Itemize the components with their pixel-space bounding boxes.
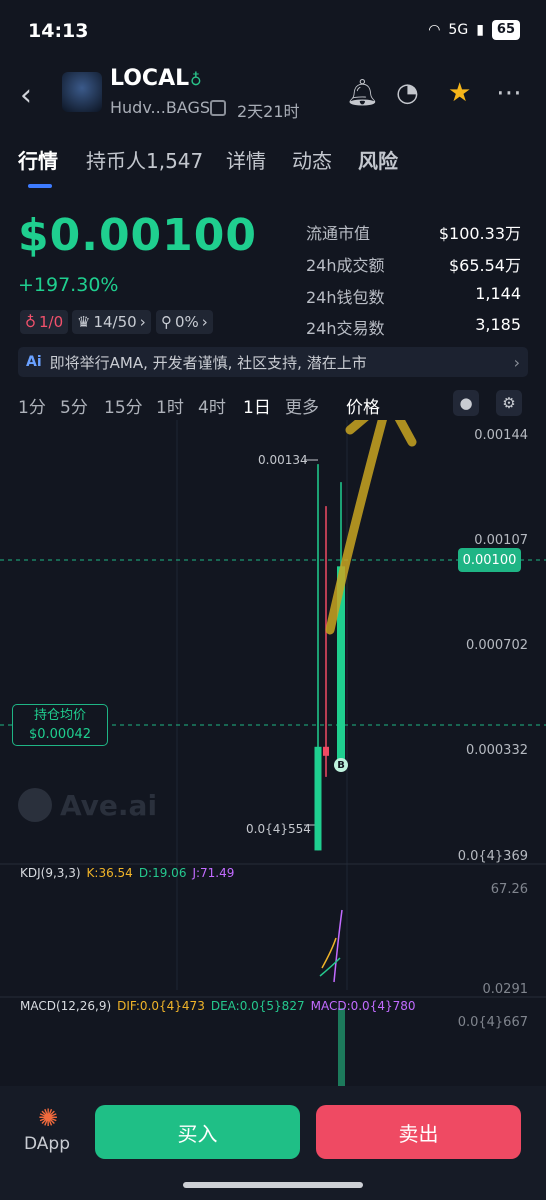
token-logo [62,72,102,112]
chevron-right-icon: › [201,313,208,331]
token-address: Hudv...BAGS [110,98,211,117]
stat-label-mcap: 流通市值 [306,224,371,243]
network-label: 5G [448,22,469,38]
token-age: 2天21时 [237,102,300,121]
current-price: $0.00100 [18,210,258,261]
tab-market[interactable]: 行情 [18,145,58,174]
wifi-icon: ◠ [428,22,441,38]
dapp-icon[interactable]: ✺ [38,1104,58,1132]
kdj-k: K:36.54 [86,866,133,880]
copy-icon[interactable] [210,100,226,116]
bell-icon[interactable]: 🔔︎ [346,78,379,108]
stat-value-mcap: $100.33万 [438,224,521,243]
macd-title: MACD(12,26,9) [20,999,112,1013]
chip-dev-value: 1/0 [39,313,64,331]
timeframe-1h[interactable]: 1时 [156,393,184,418]
candle-body [314,746,322,851]
price-toggle[interactable]: 价格 [346,393,380,418]
arrow-annotation [325,420,387,635]
timeframe-1m[interactable]: 1分 [18,393,46,418]
tab-risk[interactable]: 风险 [358,145,398,174]
token-name: LOCAL [110,66,190,91]
kdj-axis-bottom: 0.0291 [482,982,529,997]
watermark-text: Ave.ai [60,788,158,822]
watermark: Ave.ai [18,788,157,822]
current-price-tag: 0.00100 [458,548,521,572]
kdj-legend: KDJ(9,3,3) K:36.54 D:19.06 J:71.49 [20,866,234,880]
kdj-title: KDJ(9,3,3) [20,866,81,880]
timeframe-15m[interactable]: 15分 [104,393,143,418]
more-icon[interactable]: ⋯ [496,78,522,108]
kdj-d: D:19.06 [138,866,187,880]
timeframe-5m[interactable]: 5分 [60,393,88,418]
candles [314,464,345,851]
high-price-label: 0.00134 [258,453,308,467]
timeframe-more[interactable]: 更多 [285,393,319,418]
gauge-icon[interactable]: ◔ [396,78,419,108]
home-indicator [183,1182,363,1188]
stat-value-wallets: 1,144 [475,284,521,303]
chevron-right-icon: › [513,352,520,372]
axis-label: 0.000702 [465,638,528,653]
axis-label: 0.00144 [474,428,528,443]
sell-button[interactable]: 卖出 [316,1105,521,1159]
macd-value: MACD:0.0{4}780 [310,999,416,1013]
settings-icon[interactable]: ⚙ [496,390,522,416]
money-bag-icon: ♁ [25,313,36,331]
chip-sniper[interactable]: ⚲ 0% › [156,310,213,334]
dapp-label[interactable]: DApp [24,1134,70,1154]
hold-average-box: 持仓均价 $0.00042 [12,704,108,746]
hold-average-value: $0.00042 [28,727,92,742]
low-price-label: 0.0{4}554 [246,822,311,836]
battery-icon: 65 [491,20,520,40]
ai-icon: Ai [26,354,42,370]
axis-label: 0.000332 [465,743,528,758]
timeframe-1d[interactable]: 1日 [243,393,271,418]
axis-label: 0.00107 [474,533,528,548]
runner-icon: ⚲ [161,313,172,331]
macd-legend: MACD(12,26,9) DIF:0.0{4}473 DEA:0.0{5}82… [20,999,416,1013]
indicator-icon[interactable]: ● [453,390,479,416]
price-chart[interactable] [0,420,546,1086]
ave-logo-icon [18,788,52,822]
kdj-j-line [333,909,343,983]
money-bag-icon: ♁ [190,70,202,89]
macd-dif: DIF:0.0{4}473 [117,999,205,1013]
status-icons: ◠ 5G ▮ 65 [428,20,520,40]
buy-button[interactable]: 买入 [95,1105,300,1159]
tab-activity[interactable]: 动态 [292,145,332,174]
macd-bar [338,1008,345,1086]
buy-marker: B [334,758,348,772]
ai-summary-bar[interactable]: Ai 即将举行AMA, 开发者谨慎, 社区支持, 潜在上市 › [18,347,528,377]
chevron-right-icon: › [139,313,146,331]
macd-axis-top: 0.0{4}667 [457,1015,528,1030]
crown-icon: ♛ [77,313,91,331]
stat-value-trades: 3,185 [475,315,521,334]
axis-label: 0.0{4}369 [457,849,528,864]
macd-dea: DEA:0.0{5}827 [210,999,305,1013]
chip-top[interactable]: ♛ 14/50 › [72,310,151,334]
chip-dev[interactable]: ♁ 1/0 [20,310,69,334]
price-change: +197.30% [18,274,119,296]
stat-label-wallets: 24h钱包数 [306,288,385,307]
status-bar: 14:13 ◠ 5G ▮ 65 [0,0,546,64]
ai-summary-text: 即将举行AMA, 开发者谨慎, 社区支持, 潜在上市 [49,353,367,372]
kdj-axis-top: 67.26 [490,882,528,897]
chip-sniper-value: 0% [175,313,199,331]
tab-details[interactable]: 详情 [226,145,266,174]
chip-top-value: 14/50 [93,313,137,331]
stat-label-volume: 24h成交额 [306,256,385,275]
tab-holders[interactable]: 持币人1,547 [86,145,203,174]
status-time: 14:13 [28,20,89,42]
kdj-j: J:71.49 [192,866,235,880]
tab-indicator [28,184,52,188]
star-icon[interactable]: ★ [448,78,471,108]
timeframe-4h[interactable]: 4时 [198,393,226,418]
hold-average-label: 持仓均价 [33,708,86,723]
stat-value-volume: $65.54万 [449,256,521,275]
signal-icon: ▮ [476,22,484,38]
back-icon[interactable]: ‹ [20,78,32,113]
stat-label-trades: 24h交易数 [306,319,385,338]
candle-body [323,746,329,756]
